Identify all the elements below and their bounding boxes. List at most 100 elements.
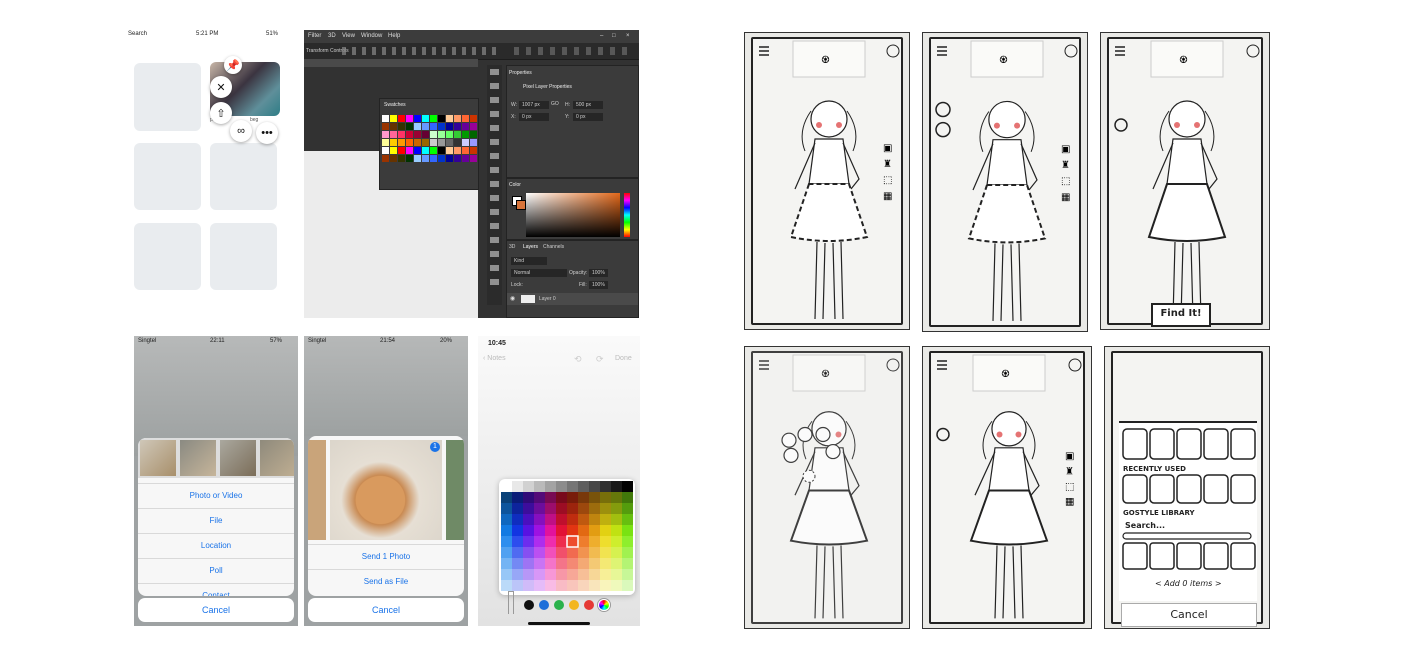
skirt[interactable]: [789, 489, 869, 546]
color-cell[interactable]: [589, 514, 600, 525]
swatch-cell[interactable]: [446, 147, 453, 154]
drag-handle[interactable]: [802, 469, 816, 483]
pin-icon[interactable]: 📌: [224, 56, 242, 74]
color-cell[interactable]: [545, 514, 556, 525]
color-cell[interactable]: [578, 558, 589, 569]
skirt[interactable]: [789, 183, 869, 242]
color-cell[interactable]: [567, 569, 578, 580]
swatch-cell[interactable]: [406, 139, 413, 146]
color-cell[interactable]: [589, 525, 600, 536]
swatch-cell[interactable]: [438, 147, 445, 154]
hue-slider[interactable]: [624, 193, 630, 237]
color-cell[interactable]: [523, 525, 534, 536]
y-field[interactable]: 0 px: [573, 113, 603, 121]
close-icon[interactable]: ✕: [210, 76, 232, 98]
color-cell[interactable]: [578, 547, 589, 558]
color-cell[interactable]: [567, 514, 578, 525]
head[interactable]: [1168, 100, 1206, 138]
color-cell[interactable]: [611, 536, 622, 547]
color-cell[interactable]: [556, 558, 567, 569]
recent-tile[interactable]: [1122, 474, 1148, 504]
swatch-cell[interactable]: [470, 123, 477, 130]
color-cell[interactable]: [622, 569, 633, 580]
color-cell[interactable]: [512, 514, 523, 525]
color-cell[interactable]: [567, 492, 578, 503]
search-field[interactable]: Search...: [1125, 521, 1165, 530]
color-cell[interactable]: [545, 558, 556, 569]
recent-tile[interactable]: [1149, 474, 1175, 504]
selected-photo[interactable]: [330, 440, 442, 540]
color-cell[interactable]: [534, 569, 545, 580]
color-cell[interactable]: [512, 547, 523, 558]
color-cell[interactable]: [600, 492, 611, 503]
color-cell[interactable]: [512, 569, 523, 580]
blue-color-dot[interactable]: [539, 600, 549, 610]
tool-icon[interactable]: ▦: [1061, 192, 1070, 203]
color-cell[interactable]: [600, 525, 611, 536]
pin-thumbnail[interactable]: [134, 63, 201, 131]
tool-icons[interactable]: [490, 69, 499, 289]
color-cell[interactable]: [611, 492, 622, 503]
color-cell[interactable]: [512, 525, 523, 536]
file-option[interactable]: File: [138, 508, 294, 533]
color-cell[interactable]: [567, 536, 578, 547]
radial-menu-icon[interactable]: [783, 447, 799, 463]
color-cell[interactable]: [578, 492, 589, 503]
color-cell[interactable]: [578, 525, 589, 536]
color-cell[interactable]: [512, 580, 523, 591]
menu-view[interactable]: View: [342, 33, 355, 39]
swatch-cell[interactable]: [430, 115, 437, 122]
swatch-cell[interactable]: [470, 131, 477, 138]
torso[interactable]: [986, 139, 1028, 186]
color-cell[interactable]: [545, 492, 556, 503]
color-field[interactable]: [526, 193, 620, 237]
color-cell[interactable]: [523, 547, 534, 558]
opacity-field[interactable]: 100%: [589, 269, 608, 277]
color-cell[interactable]: [611, 525, 622, 536]
color-cell[interactable]: [578, 481, 589, 492]
color-cell[interactable]: [556, 514, 567, 525]
profile-icon[interactable]: [886, 358, 900, 372]
color-cell[interactable]: [611, 481, 622, 492]
blush[interactable]: [835, 431, 842, 438]
color-cell[interactable]: [501, 514, 512, 525]
library-tile[interactable]: [1149, 542, 1175, 570]
back-button[interactable]: ‹ Notes: [483, 355, 506, 362]
undo-icon[interactable]: ⟲: [574, 354, 582, 365]
contact-option[interactable]: Contact: [138, 583, 294, 596]
color-cell[interactable]: [600, 558, 611, 569]
pin-thumbnail[interactable]: [210, 143, 277, 210]
swatch-cell[interactable]: [390, 115, 397, 122]
swatch-cell[interactable]: [422, 115, 429, 122]
swatch-cell[interactable]: [470, 115, 477, 122]
link-label[interactable]: GO: [551, 101, 559, 107]
tab-3d[interactable]: 3D: [509, 244, 515, 250]
color-cell[interactable]: [600, 481, 611, 492]
color-cell[interactable]: [523, 514, 534, 525]
photo-thumbnail[interactable]: [260, 440, 294, 476]
color-cell[interactable]: [567, 558, 578, 569]
color-cell[interactable]: [589, 503, 600, 514]
swatch-cell[interactable]: [382, 131, 389, 138]
color-cell[interactable]: [501, 481, 512, 492]
swatch-cell[interactable]: [382, 139, 389, 146]
color-cell[interactable]: [578, 514, 589, 525]
color-cell[interactable]: [589, 481, 600, 492]
recent-tile[interactable]: [1176, 474, 1202, 504]
color-cell[interactable]: [611, 503, 622, 514]
color-cell[interactable]: [523, 569, 534, 580]
photo-or-video-option[interactable]: Photo or Video: [138, 483, 294, 508]
swatch-cell[interactable]: [470, 155, 477, 162]
color-cell[interactable]: [534, 525, 545, 536]
swatch-grid[interactable]: [382, 115, 478, 167]
green-color-dot[interactable]: [554, 600, 564, 610]
color-cell[interactable]: [512, 492, 523, 503]
swatch-cell[interactable]: [390, 123, 397, 130]
properties-tab[interactable]: Properties: [509, 70, 532, 76]
radial-menu-icon[interactable]: [815, 426, 831, 443]
swatch-cell[interactable]: [454, 155, 461, 162]
color-cell[interactable]: [556, 492, 567, 503]
swatch-cell[interactable]: [454, 123, 461, 130]
swatch-cell[interactable]: [454, 147, 461, 154]
swatch-cell[interactable]: [382, 115, 389, 122]
